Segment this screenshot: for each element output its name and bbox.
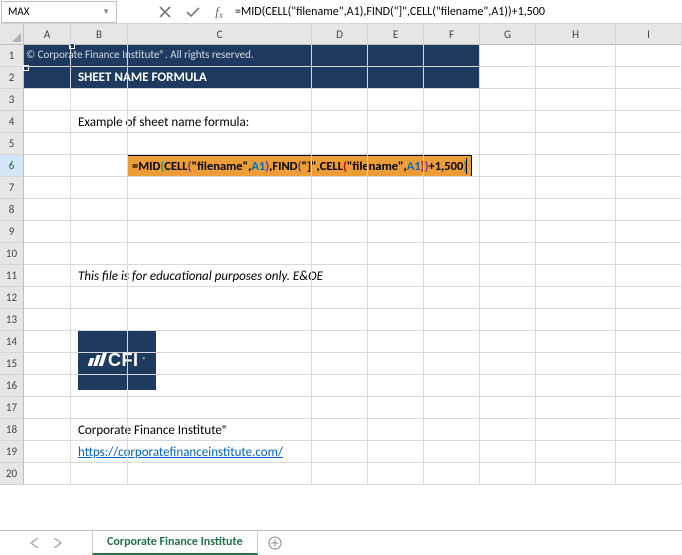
row-header-strip: 1234567891011121314151617181920: [0, 24, 24, 530]
add-sheet-button[interactable]: [258, 536, 292, 550]
tab-prev-icon[interactable]: [30, 538, 39, 548]
row-header-9[interactable]: 9: [0, 221, 24, 243]
row-header-5[interactable]: 5: [0, 133, 24, 155]
cfi-logo: CFI ®: [78, 330, 156, 390]
formula-bar-input[interactable]: [231, 5, 682, 19]
column-header-d[interactable]: D: [312, 24, 368, 45]
row-header-7[interactable]: 7: [0, 177, 24, 199]
logo-registered: ®: [142, 355, 146, 364]
company-name: Corporate Finance Institute®: [78, 423, 229, 438]
tab-next-icon[interactable]: [53, 538, 62, 548]
column-header-b[interactable]: B: [71, 24, 128, 45]
row-header-19[interactable]: 19: [0, 441, 24, 463]
row-header-13[interactable]: 13: [0, 309, 24, 331]
row-header-1[interactable]: 1: [0, 45, 24, 67]
select-all-corner[interactable]: [0, 24, 24, 45]
name-box-value: MAX: [8, 5, 29, 18]
formula-bar-row: MAX ▼ fx: [0, 0, 682, 24]
name-box[interactable]: MAX ▼: [1, 1, 117, 23]
company-url-link[interactable]: https://corporatefinanceinstitute.com/: [78, 445, 283, 460]
column-header-e[interactable]: E: [368, 24, 424, 45]
column-header-i[interactable]: I: [616, 24, 682, 45]
formula-content[interactable]: =MID(CELL("filename",A1),FIND("]",CELL("…: [127, 155, 472, 177]
plus-circle-icon: [268, 536, 282, 550]
row-header-11[interactable]: 11: [0, 265, 24, 287]
row-header-20[interactable]: 20: [0, 463, 24, 485]
row-header-17[interactable]: 17: [0, 397, 24, 419]
check-icon: [186, 6, 200, 18]
row-header-3[interactable]: 3: [0, 89, 24, 111]
row-header-12[interactable]: 12: [0, 287, 24, 309]
enter-button[interactable]: [179, 1, 207, 23]
row-header-2[interactable]: 2: [0, 67, 24, 89]
example-label: Example of sheet name formula:: [78, 115, 249, 130]
column-header-h[interactable]: H: [536, 24, 616, 45]
column-header-strip: ABCDEFGHI: [24, 24, 682, 45]
column-header-c[interactable]: C: [128, 24, 312, 45]
row-header-16[interactable]: 16: [0, 375, 24, 397]
row-header-18[interactable]: 18: [0, 419, 24, 441]
column-header-f[interactable]: F: [424, 24, 480, 45]
x-icon: [159, 6, 171, 18]
logo-bars-icon: [89, 352, 105, 366]
row-header-6[interactable]: 6: [0, 155, 24, 177]
fx-button[interactable]: fx: [207, 4, 231, 20]
cancel-button[interactable]: [151, 1, 179, 23]
disclaimer-text: This file is for educational purposes on…: [78, 269, 323, 284]
spreadsheet-grid: 1234567891011121314151617181920 ABCDEFGH…: [0, 24, 682, 530]
row-header-4[interactable]: 4: [0, 111, 24, 133]
sheet-tab-strip: Corporate Finance Institute: [0, 530, 682, 554]
sheet-tab-label: Corporate Finance Institute: [107, 535, 243, 549]
sheet-tab-active[interactable]: Corporate Finance Institute: [92, 531, 258, 555]
column-header-g[interactable]: G: [480, 24, 536, 45]
column-header-a[interactable]: A: [24, 24, 71, 45]
sheet-title: SHEET NAME FORMULA: [78, 70, 207, 85]
copyright-text: © Corporate Finance Institute®. All righ…: [26, 48, 254, 61]
tab-nav: [0, 538, 92, 548]
row-header-8[interactable]: 8: [0, 199, 24, 221]
cell-area[interactable]: © Corporate Finance Institute®. All righ…: [24, 45, 682, 530]
row-header-15[interactable]: 15: [0, 353, 24, 375]
name-box-dropdown-icon[interactable]: ▼: [102, 7, 110, 17]
row-header-14[interactable]: 14: [0, 331, 24, 353]
formula-edit-cell[interactable]: =MID(CELL("filename",A1),FIND("]",CELL("…: [127, 155, 472, 177]
row-header-10[interactable]: 10: [0, 243, 24, 265]
